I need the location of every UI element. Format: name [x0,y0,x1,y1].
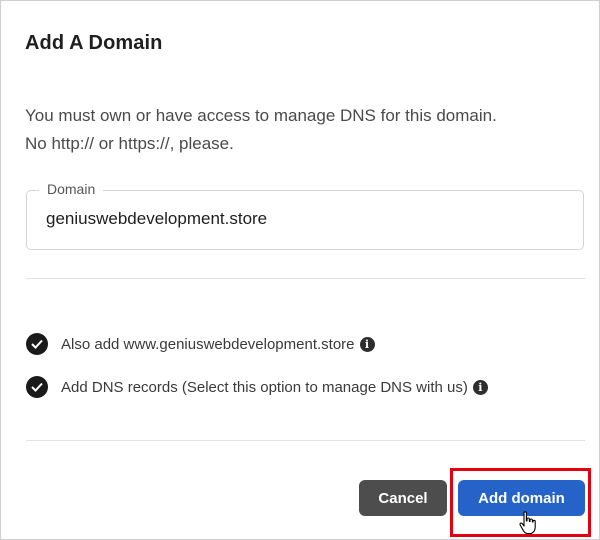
divider-bottom [26,440,585,441]
info-icon[interactable]: i [472,379,488,395]
description-line-2: No http:// or https://, please. [25,134,234,153]
check-circle-icon[interactable] [26,333,48,355]
cancel-button[interactable]: Cancel [359,480,447,516]
option-add-dns-records[interactable]: Add DNS records (Select this option to m… [26,375,488,399]
option-add-dns-records-label: Add DNS records (Select this option to m… [61,378,468,396]
dialog-title: Add A Domain [25,32,163,54]
dialog-description: You must own or have access to manage DN… [25,102,585,158]
add-domain-dialog: Add A Domain You must own or have access… [0,0,600,540]
divider-top [26,278,585,279]
hand-cursor-icon [519,511,536,535]
info-icon[interactable]: i [359,336,375,352]
option-add-www[interactable]: Also add www.geniuswebdevelopment.store … [26,332,375,356]
domain-field[interactable]: Domain [26,181,584,250]
domain-input[interactable] [46,209,566,229]
option-add-www-label: Also add www.geniuswebdevelopment.store [61,335,355,353]
description-line-1: You must own or have access to manage DN… [25,106,497,125]
domain-field-label: Domain [39,181,104,197]
check-circle-icon[interactable] [26,376,48,398]
